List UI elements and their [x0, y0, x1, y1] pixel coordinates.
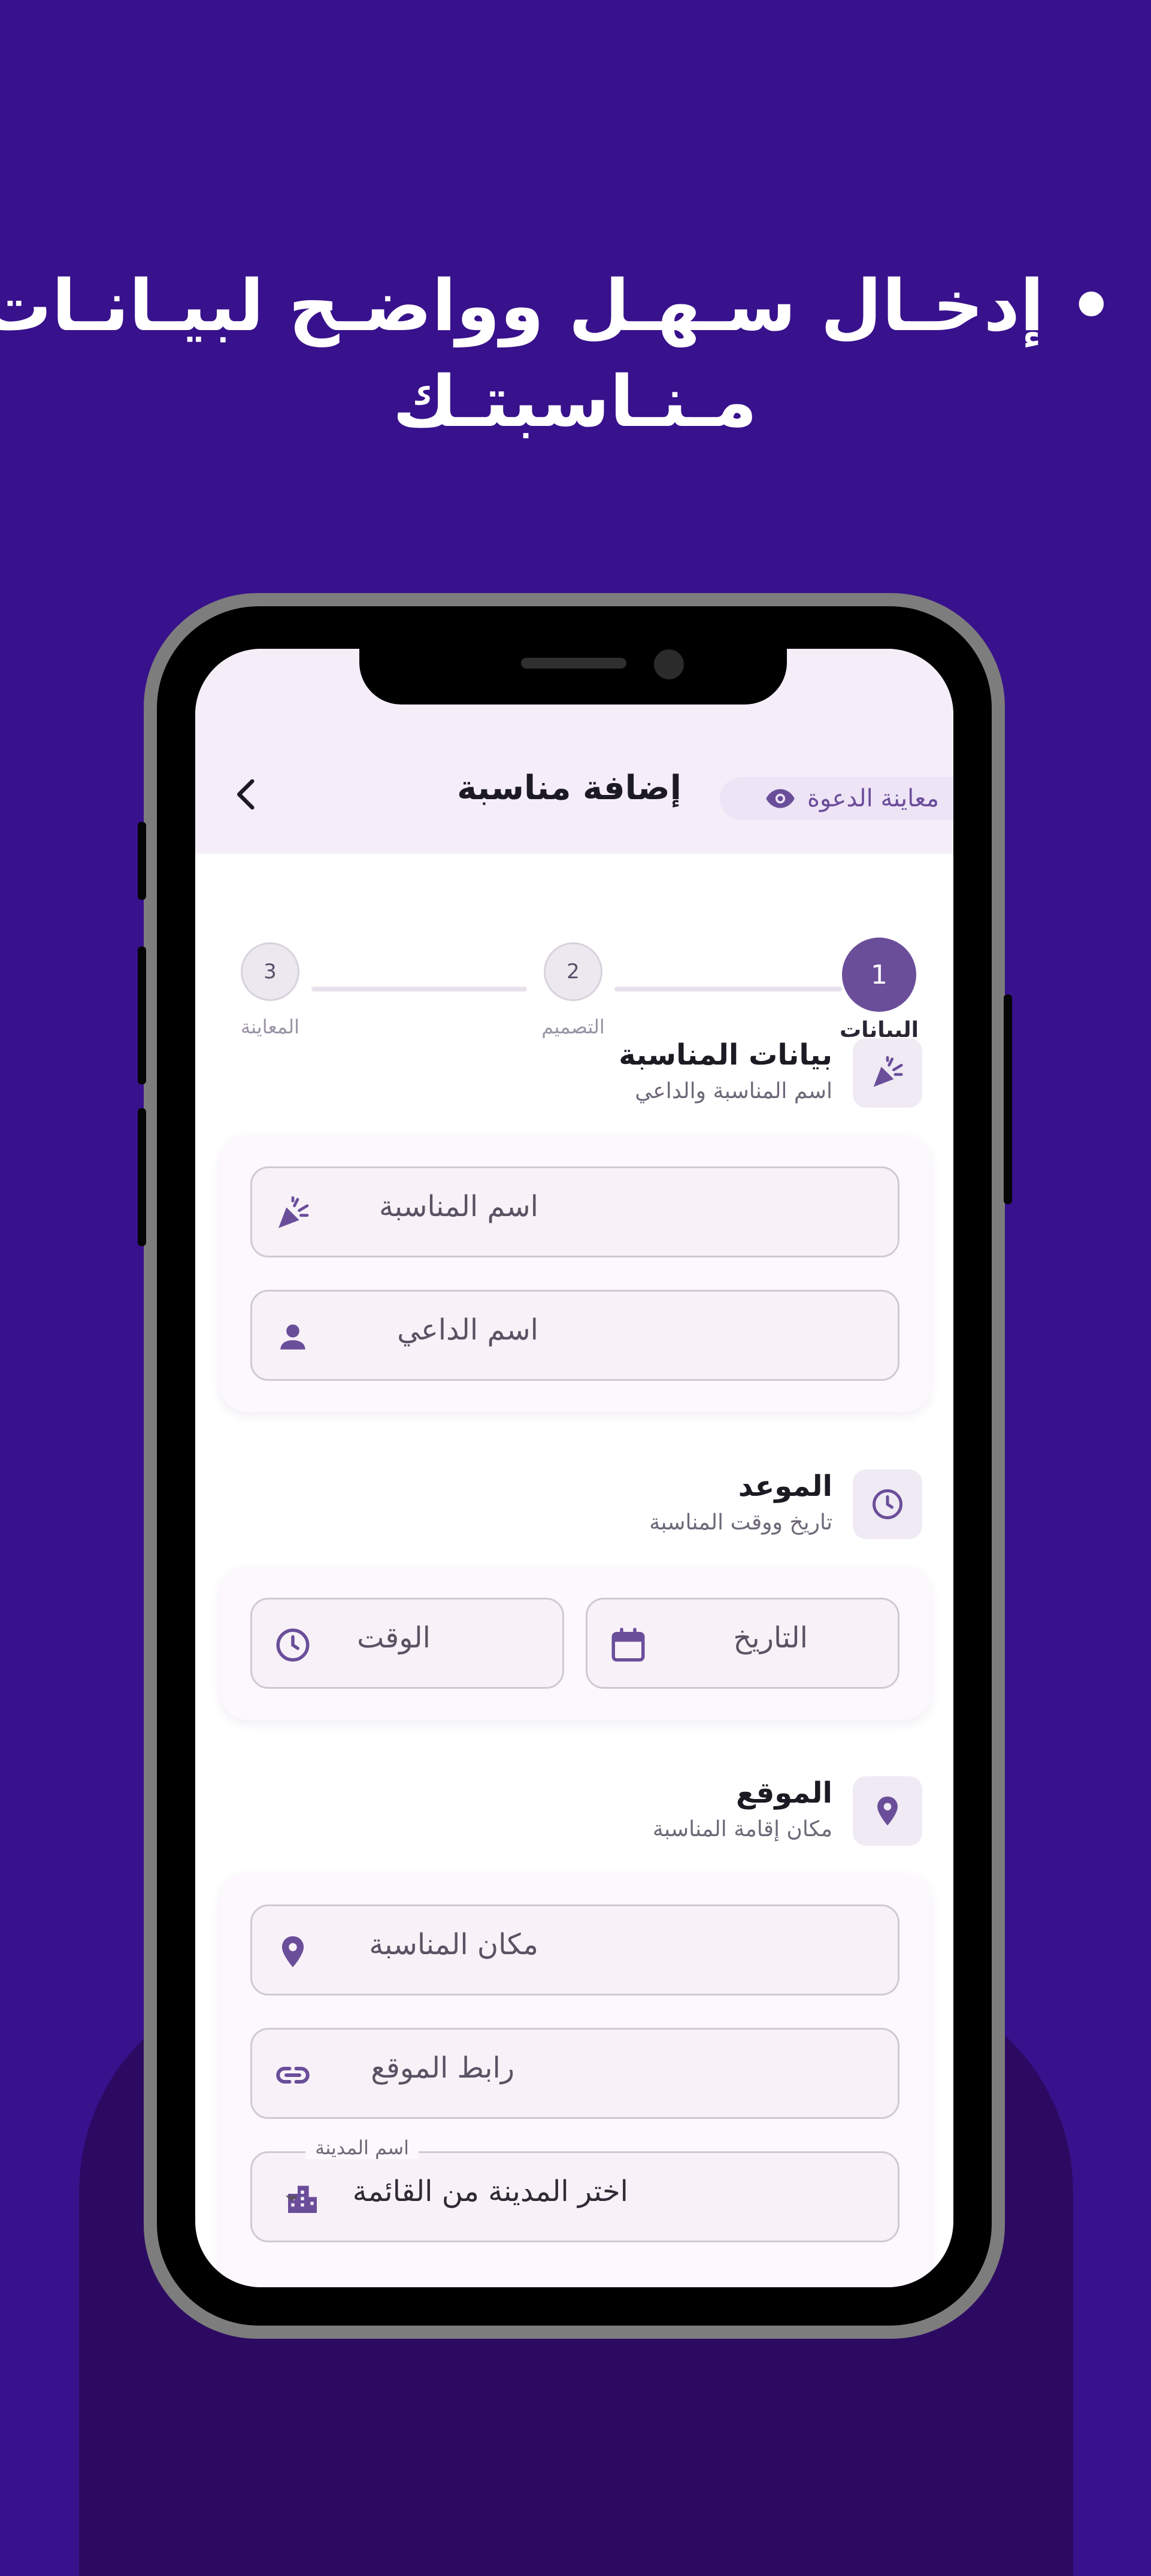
phone-camera: [654, 649, 684, 679]
location-pin-icon: [281, 1936, 304, 1967]
event-name-placeholder: اسم المناسبة: [378, 1190, 538, 1223]
location-pin-icon: [877, 1796, 898, 1826]
link-icon-wrap: [271, 2054, 314, 2097]
location-section-header: الموقع مكان إقامة المناسبة: [563, 1776, 922, 1848]
person-icon: [280, 1324, 305, 1350]
phone-screen: إضافة مناسبة معاينة الدعوة 1 البيانات 2 …: [195, 649, 953, 2287]
event-section-header: بيانات المناسبة اسم المناسبة والداعي: [563, 1038, 922, 1110]
venue-field[interactable]: مكان المناسبة: [250, 1904, 899, 1996]
host-name-placeholder: اسم الداعي: [397, 1313, 538, 1347]
time-icon-wrap: [271, 1623, 314, 1667]
schedule-section-subtitle: تاريخ ووقت المناسبة: [649, 1510, 832, 1535]
phone-mute-button: [138, 822, 146, 900]
back-button[interactable]: [228, 775, 267, 814]
calendar-icon: [611, 1628, 645, 1662]
event-section-icon-box: [853, 1038, 922, 1108]
dropdown-arrow-icon: [286, 2196, 298, 2202]
phone-speaker: [521, 658, 626, 669]
event-name-icon-wrap: [271, 1192, 314, 1235]
headline-line-2: مـنـاسبتـك: [392, 360, 758, 443]
headline-line-1: • إدخـال سـهـل وواضـح لبيـانـات: [0, 264, 1114, 347]
eye-icon: [766, 789, 795, 808]
location-link-field[interactable]: رابط الموقع: [250, 2028, 899, 2119]
time-placeholder: الوقت: [357, 1621, 431, 1655]
schedule-section-icon-box: [853, 1470, 922, 1539]
city-select-value: اختر المدينة من القائمة: [352, 2175, 628, 2208]
schedule-section-header: الموعد تاريخ ووقت المناسبة: [563, 1470, 922, 1541]
preview-label: معاينة الدعوة: [807, 785, 939, 812]
location-link-placeholder: رابط الموقع: [371, 2051, 514, 2085]
city-select[interactable]: اسم المدينة اختر المدينة من القائمة: [250, 2136, 899, 2242]
stepper: 1 البيانات 2 التصميم 3 المعاينة: [195, 882, 953, 1050]
clock-icon: [873, 1489, 902, 1519]
venue-placeholder: مكان المناسبة: [369, 1928, 538, 1961]
time-field[interactable]: الوقت: [250, 1598, 564, 1689]
event-section-title: بيانات المناسبة: [619, 1038, 832, 1072]
location-card: مكان المناسبة رابط الموقع اسم المدينة اخ…: [220, 1873, 931, 2287]
step-2-label: التصميم: [541, 1015, 605, 1038]
city-select-label: اسم المدينة: [305, 2136, 419, 2159]
date-placeholder: التاريخ: [733, 1621, 808, 1655]
preview-invitation-button[interactable]: معاينة الدعوة: [720, 777, 953, 820]
clock-icon: [276, 1628, 310, 1662]
page-title: إضافة مناسبة: [457, 769, 681, 808]
phone-volume-up-button: [138, 947, 146, 1084]
date-icon-wrap: [607, 1623, 650, 1667]
phone-power-button: [1004, 994, 1012, 1204]
party-popper-icon: [278, 1196, 309, 1228]
host-name-field[interactable]: اسم الداعي: [250, 1290, 899, 1381]
schedule-card: التاريخ الوقت: [220, 1567, 931, 1720]
location-section-subtitle: مكان إقامة المناسبة: [652, 1817, 832, 1842]
promo-headline: • إدخـال سـهـل وواضـح لبيـانـات مـنـاسبت…: [0, 258, 1114, 449]
dropdown-arrow-wrap[interactable]: [270, 2177, 313, 2220]
schedule-section-title: الموعد: [738, 1470, 832, 1503]
step-3-label: المعاينة: [240, 1015, 300, 1038]
party-popper-icon: [873, 1056, 903, 1087]
event-name-field[interactable]: اسم المناسبة: [250, 1166, 899, 1257]
event-section-subtitle: اسم المناسبة والداعي: [635, 1079, 832, 1103]
step-3-circle[interactable]: 3: [241, 942, 299, 1001]
location-section-icon-box: [853, 1776, 922, 1846]
location-section-title: الموقع: [736, 1776, 832, 1810]
phone-notch: [359, 647, 787, 705]
host-icon-wrap: [271, 1316, 314, 1359]
chevron-left-icon: [237, 779, 255, 810]
link-icon: [276, 2066, 310, 2084]
step-connector-3-2: [311, 987, 527, 991]
step-2-circle[interactable]: 2: [544, 942, 602, 1001]
event-card: اسم المناسبة اسم الداعي: [220, 1135, 931, 1412]
date-field[interactable]: التاريخ: [586, 1598, 899, 1689]
venue-icon-wrap: [271, 1930, 314, 1973]
step-connector-2-1: [614, 987, 842, 991]
phone-volume-down-button: [138, 1108, 146, 1246]
step-1-circle[interactable]: 1: [842, 938, 916, 1012]
